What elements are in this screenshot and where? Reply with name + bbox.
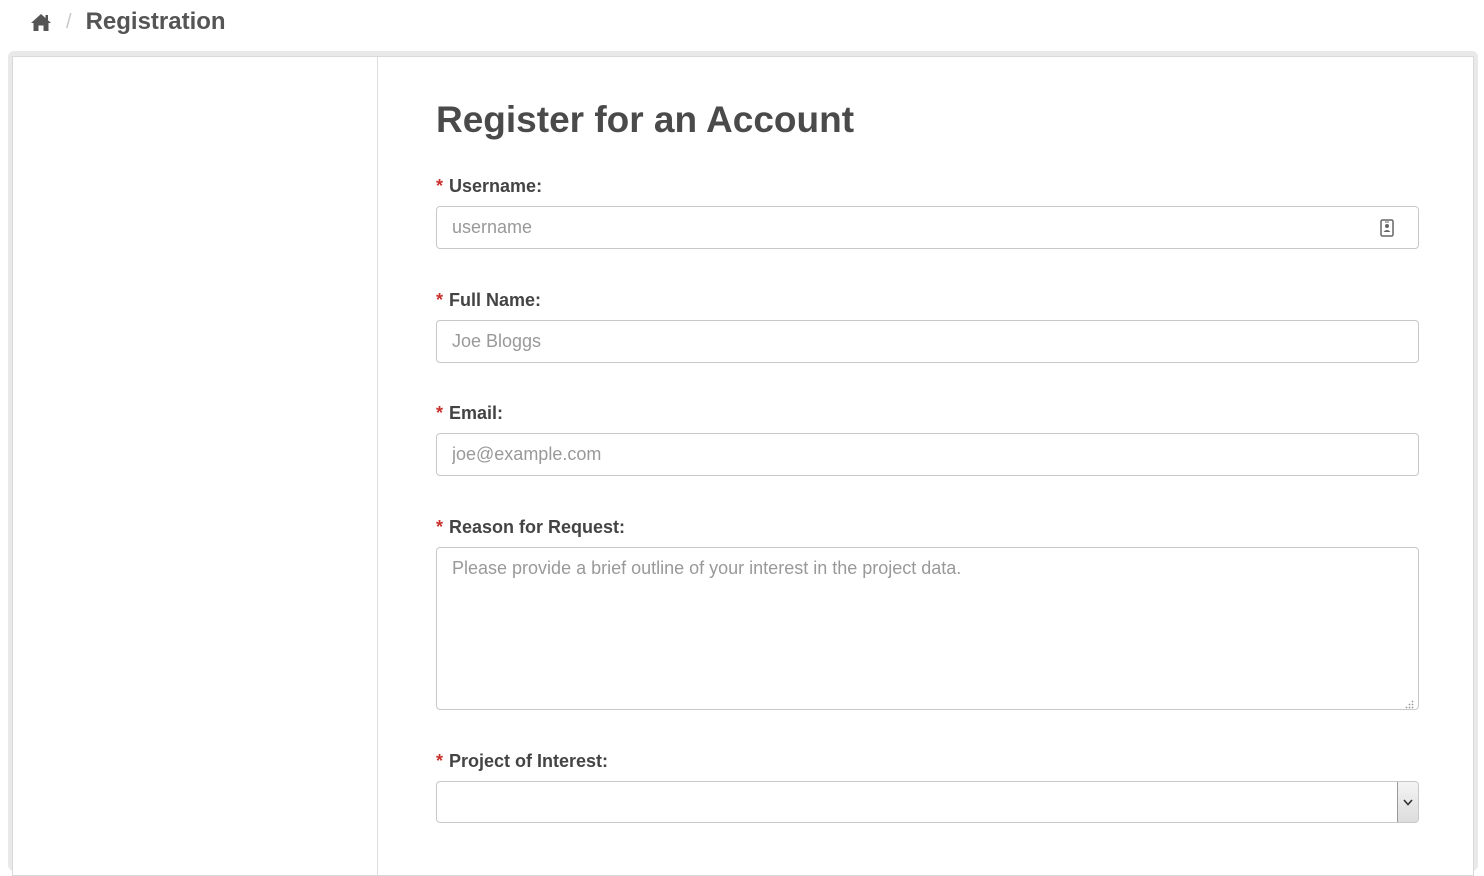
reason-textarea[interactable] [436, 547, 1419, 710]
reason-label-text: Reason for Request: [449, 517, 626, 537]
required-marker: * [436, 517, 444, 537]
project-label-text: Project of Interest: [449, 751, 609, 771]
email-input[interactable] [436, 433, 1419, 476]
full-name-input[interactable] [436, 320, 1419, 363]
breadcrumb-current-page: Registration [85, 8, 226, 35]
required-marker: * [436, 403, 444, 423]
project-label: * Project of Interest: [436, 751, 608, 772]
contact-card-icon [1379, 218, 1395, 238]
username-input[interactable] [436, 206, 1419, 249]
resize-grip-icon[interactable] [1404, 696, 1414, 709]
required-marker: * [436, 176, 444, 196]
email-label-text: Email: [449, 403, 504, 423]
sidebar [13, 57, 378, 875]
content-panel: Register for an Account *Username: *Full… [12, 56, 1474, 876]
breadcrumb: / Registration [30, 6, 226, 38]
email-label: * Email: [436, 403, 503, 424]
full-name-label: * Full Name: [436, 290, 541, 311]
home-icon[interactable] [30, 12, 52, 32]
page-title: Register for an Account [436, 99, 855, 140]
project-select[interactable] [436, 781, 1419, 823]
full-name-label-text: Full Name: [449, 290, 542, 310]
chevron-down-icon[interactable] [1397, 782, 1418, 822]
breadcrumb-separator: / [66, 10, 72, 33]
required-marker: * [436, 751, 444, 771]
reason-label: * Reason for Request: [436, 517, 625, 538]
username-label: * Username: [436, 176, 542, 197]
username-label-text: Username: [449, 176, 543, 196]
required-marker: * [436, 290, 444, 310]
